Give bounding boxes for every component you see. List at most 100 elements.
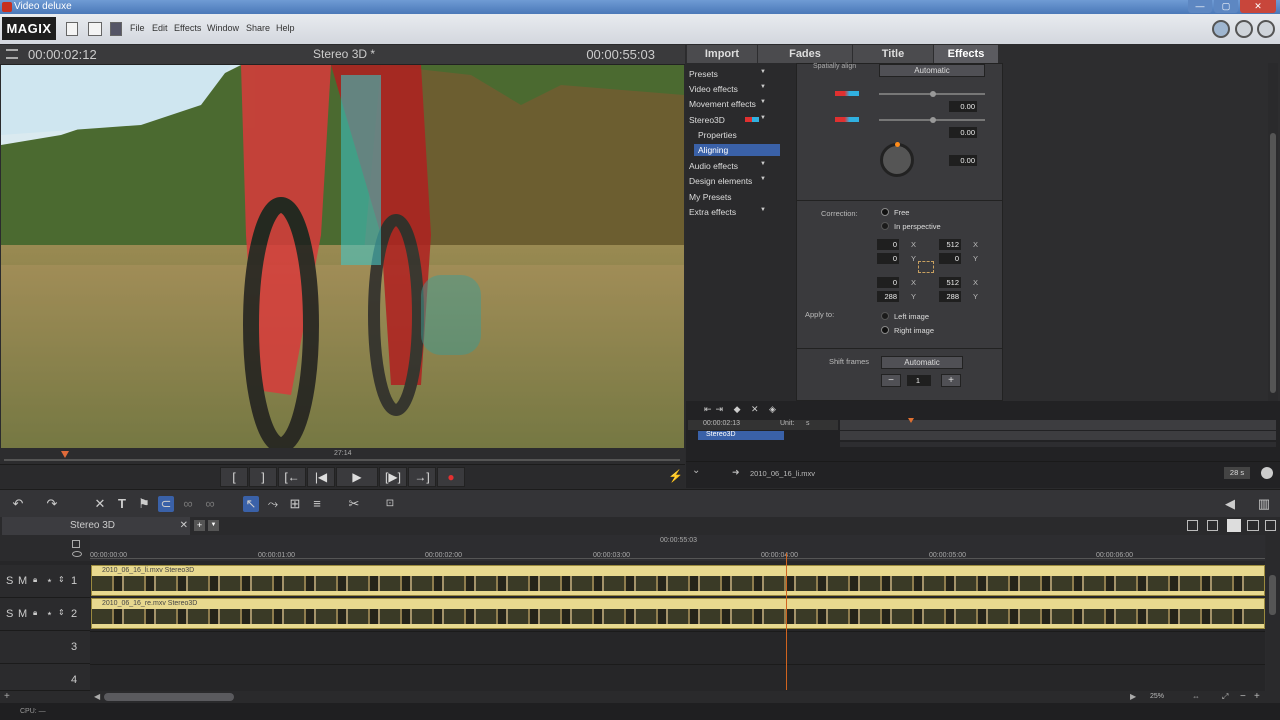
mute-button[interactable]: M (18, 608, 27, 620)
next-frame-button[interactable]: [▶] (379, 467, 407, 487)
playhead-marker[interactable] (61, 451, 69, 458)
hscroll-thumb[interactable] (104, 693, 234, 701)
go-in-button[interactable]: [← (278, 467, 306, 487)
maximize-button[interactable]: ▢ (1214, 0, 1238, 13)
link-icon[interactable]: ∞ (180, 496, 196, 512)
open-folder-icon[interactable] (88, 22, 102, 36)
redo-icon[interactable]: ↷ (44, 496, 60, 512)
tree-design-elements[interactable]: Design elements ▼ (689, 176, 774, 186)
timeline-playhead[interactable] (786, 553, 787, 690)
tree-presets[interactable]: Presets ▼ (689, 69, 774, 79)
zoom-value[interactable]: 28 s (1224, 467, 1250, 479)
settings-icon[interactable] (1257, 20, 1275, 38)
menu-icon[interactable] (6, 49, 18, 59)
eye-icon[interactable] (72, 551, 82, 557)
delete-icon[interactable]: ✕ (92, 496, 108, 512)
correction-perspective-radio[interactable] (881, 222, 889, 230)
top-right-y[interactable]: 0 (939, 253, 961, 264)
bottom-left-y[interactable]: 288 (877, 291, 899, 302)
globe-icon[interactable] (1212, 20, 1230, 38)
mute-button[interactable]: M (18, 575, 27, 587)
volume-icon[interactable]: ◀ (1222, 496, 1238, 512)
zoom-all-icon[interactable]: ⤢ (1222, 692, 1228, 702)
close-tab-icon[interactable]: ✕ (180, 517, 188, 535)
view-timeline-icon[interactable] (1227, 519, 1241, 532)
timeline-ruler[interactable]: 00:00:55:03 00:00:00:00 00:00:01:00 00:0… (90, 535, 1265, 561)
tab-stereo3d[interactable]: Stereo 3D ✕ (2, 517, 190, 535)
timeline-zoom[interactable]: 25% (1150, 693, 1164, 700)
keyframe-track[interactable]: Stereo3D (698, 431, 784, 440)
vertical-slider-knob[interactable] (930, 117, 936, 123)
apply-left-radio[interactable] (881, 312, 889, 320)
go-out-button[interactable]: →] (408, 467, 436, 487)
tree-extra-effects[interactable]: Extra effects ▼ (689, 207, 774, 217)
tree-video-effects[interactable]: Video effects ▼ (689, 84, 774, 94)
video-preview[interactable] (1, 65, 684, 448)
timeline-hscroll[interactable]: + ◀ ▶ 25% ⇔ ⤢ − + (0, 691, 1280, 703)
track-arm-icon[interactable]: ⋆ (46, 607, 53, 620)
marker-icon[interactable]: ⚑ (136, 496, 152, 512)
zoom-in-icon[interactable]: + (1254, 691, 1260, 702)
view-single-icon[interactable] (1187, 520, 1198, 531)
play-button[interactable]: ▶ (336, 467, 378, 487)
top-left-y[interactable]: 0 (877, 253, 899, 264)
track-lock-icon[interactable]: 🔒︎ (33, 575, 37, 585)
tab-import[interactable]: Import (687, 45, 757, 63)
tree-aligning[interactable]: Aligning (694, 144, 780, 156)
tree-properties[interactable]: Properties (698, 130, 737, 140)
cut-icon[interactable]: ✂ (346, 496, 362, 512)
view-scene-icon[interactable] (1247, 520, 1259, 531)
group-icon[interactable]: ⊂ (158, 496, 174, 512)
tab-fades[interactable]: Fades (758, 45, 852, 63)
shift-minus-button[interactable]: − (881, 374, 901, 387)
solo-button[interactable]: S (6, 575, 13, 587)
menu-edit[interactable]: Edit (152, 23, 168, 33)
bottom-left-x[interactable]: 0 (877, 277, 899, 288)
title-icon[interactable]: T (114, 496, 130, 512)
clip-left[interactable]: 2010_06_16_li.mxv Stereo3D (91, 565, 1265, 596)
clip-right[interactable]: 2010_06_16_re.mxv Stereo3D (91, 598, 1265, 629)
collapse-icon[interactable]: ⌄ (692, 465, 700, 476)
prev-frame-button[interactable]: |◀ (307, 467, 335, 487)
correction-free-radio[interactable] (881, 208, 889, 216)
tree-movement-effects[interactable]: Movement effects ▼ (689, 99, 774, 109)
tab-effects[interactable]: Effects (934, 45, 998, 63)
multi-select-icon[interactable]: ⊞ (287, 496, 303, 512)
track-lock-icon[interactable]: 🔒︎ (33, 608, 37, 618)
info-icon[interactable] (1261, 467, 1273, 479)
tree-my-presets[interactable]: My Presets (689, 192, 732, 202)
track-height-icon[interactable]: ⇕ (58, 608, 65, 617)
timeline-vscroll[interactable] (1266, 535, 1280, 691)
keyframe-controls[interactable]: ⇤⇥ ◆ ✕ ◈ (704, 404, 780, 415)
view-storyboard-icon[interactable] (1207, 520, 1218, 531)
bottom-right-y[interactable]: 288 (939, 291, 961, 302)
lightning-icon[interactable]: ⚡ (668, 469, 683, 483)
mixer-icon[interactable]: ▥ (1256, 496, 1272, 512)
set-out-button[interactable]: ] (249, 467, 277, 487)
record-button[interactable]: ● (437, 467, 465, 487)
solo-button[interactable]: S (6, 608, 13, 620)
zoom-fit-icon[interactable]: ⇔ (1192, 692, 1200, 701)
lock-icon[interactable] (72, 540, 80, 548)
save-icon[interactable] (110, 22, 122, 36)
undo-icon[interactable]: ↶ (10, 496, 26, 512)
shift-plus-button[interactable]: + (941, 374, 961, 387)
unlink-icon[interactable]: ∞ (202, 496, 218, 512)
pointer-icon[interactable]: ↖ (243, 496, 259, 512)
menu-help[interactable]: Help (276, 23, 295, 33)
bottom-right-x[interactable]: 512 (939, 277, 961, 288)
new-file-icon[interactable] (66, 22, 78, 36)
spatially-align-automatic-button[interactable]: Automatic (879, 64, 985, 77)
apply-right-radio[interactable] (881, 326, 889, 334)
menu-window[interactable]: Window (207, 23, 239, 33)
top-left-x[interactable]: 0 (877, 239, 899, 250)
rotation-dial[interactable] (880, 143, 914, 177)
view-mixer-icon[interactable] (1265, 520, 1276, 531)
tab-title[interactable]: Title (853, 45, 933, 63)
stretch-icon[interactable]: ≡ (309, 496, 325, 512)
snapshot-icon[interactable]: ⊡ (382, 496, 398, 512)
vertical-value[interactable]: 0.00 (949, 127, 977, 138)
horizontal-slider-knob[interactable] (930, 91, 936, 97)
shift-frames-automatic-button[interactable]: Automatic (881, 356, 963, 369)
zoom-out-icon[interactable]: − (1240, 691, 1246, 702)
